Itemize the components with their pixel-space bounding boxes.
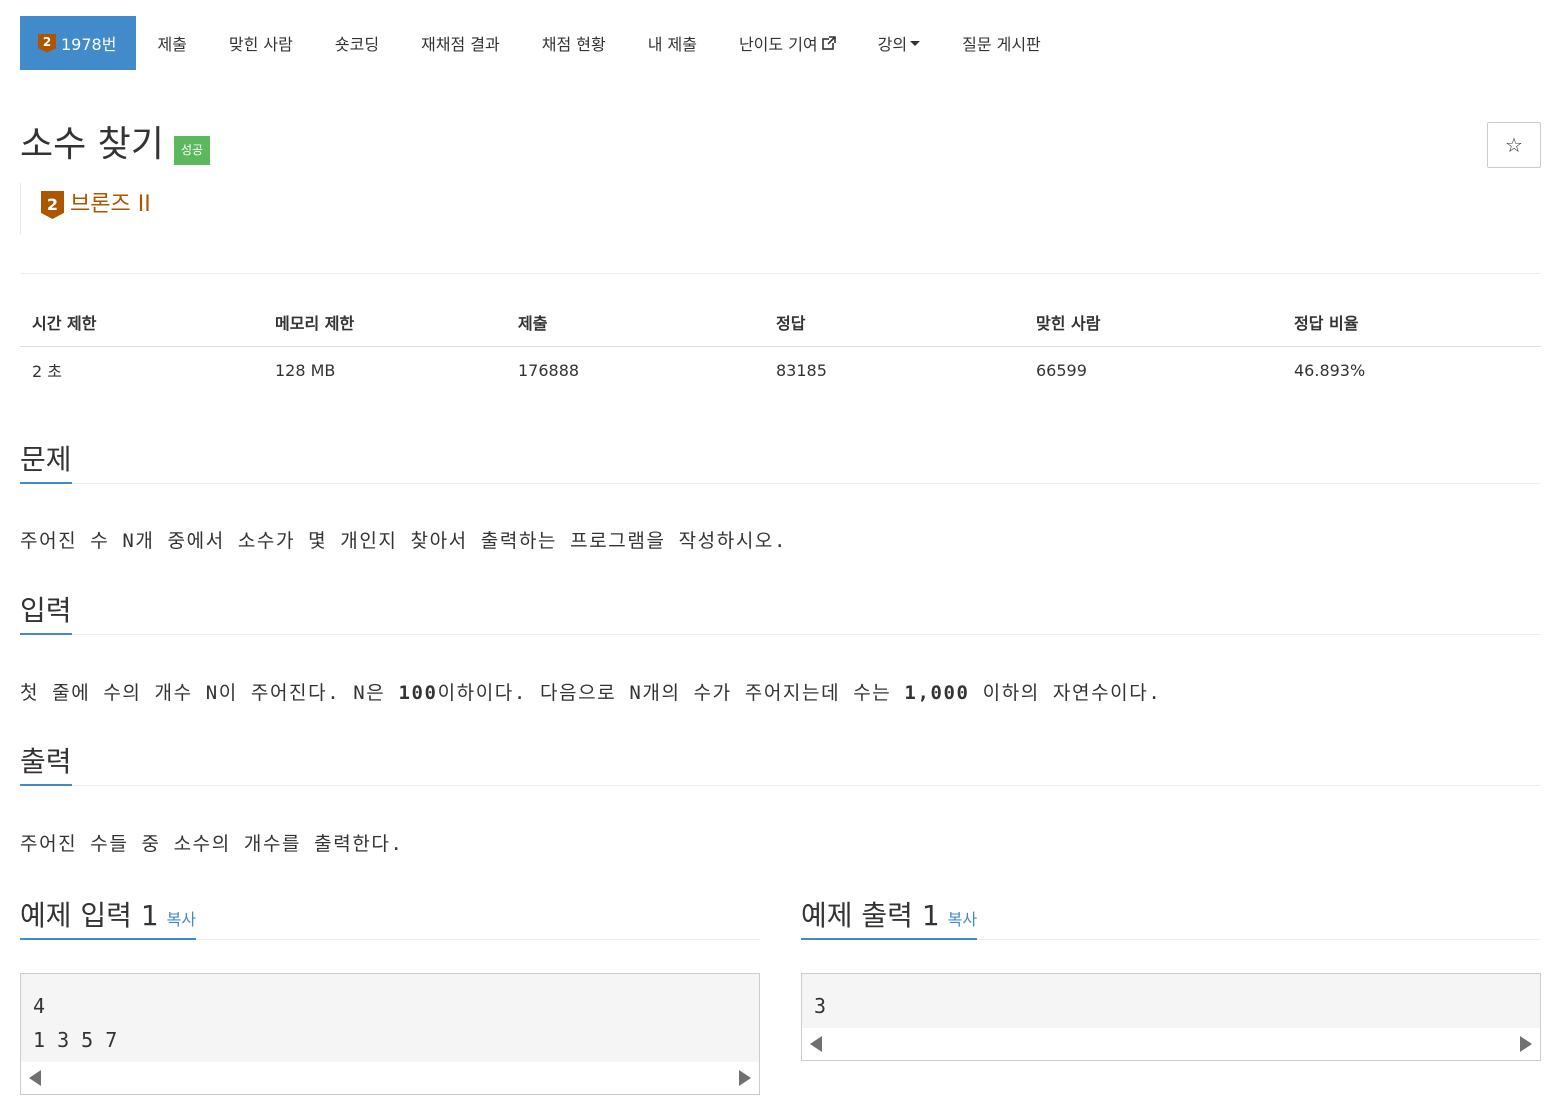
- tier-block: 2 브론즈 II: [20, 183, 151, 234]
- problem-heading: 문제: [20, 440, 72, 484]
- star-button[interactable]: ☆: [1487, 122, 1541, 168]
- scroll-left-icon[interactable]: [29, 1070, 41, 1086]
- tab-question-board[interactable]: 질문 게시판: [941, 16, 1062, 70]
- tab-solvers[interactable]: 맞힌 사람: [208, 16, 314, 70]
- tab-problem-label: 1978번: [61, 35, 117, 54]
- tab-difficulty-contribution[interactable]: 난이도 기여: [718, 16, 857, 70]
- problem-section-header: 문제: [20, 440, 1541, 484]
- sample-input-text: 4 1 3 5 7: [33, 994, 118, 1052]
- horizontal-scrollbar[interactable]: [21, 1062, 759, 1094]
- output-description: 주어진 수들 중 소수의 개수를 출력한다.: [20, 833, 404, 855]
- column-header: 정답 비율: [1282, 299, 1541, 347]
- sample-output-text: 3: [814, 994, 827, 1018]
- column-header: 맞힌 사람: [1024, 299, 1282, 347]
- accept-ratio-value: 46.893%: [1294, 360, 1366, 380]
- bronze-tier-icon: 2: [41, 191, 64, 219]
- divider: [20, 273, 1541, 274]
- accepted-value: 83185: [776, 360, 827, 380]
- tab-rejudge-results[interactable]: 재채점 결과: [400, 16, 521, 70]
- tab-difficulty-label: 난이도 기여: [738, 35, 818, 54]
- scroll-right-icon[interactable]: [1520, 1036, 1532, 1052]
- problem-info-table: 시간 제한 메모리 제한 제출 정답 맞힌 사람 정답 비율 2 초 128 M…: [20, 299, 1541, 394]
- table-header-row: 시간 제한 메모리 제한 제출 정답 맞힌 사람 정답 비율: [20, 299, 1541, 347]
- input-heading: 입력: [20, 591, 72, 635]
- caret-down-icon: [910, 40, 921, 46]
- sample-input-block: 4 1 3 5 7: [20, 973, 760, 1095]
- sample-output-heading: 예제 출력 1 복사: [801, 896, 978, 940]
- problem-title-row: 소수 찾기 성공: [20, 122, 211, 168]
- memory-limit-value: 128 MB: [275, 360, 336, 380]
- scroll-right-icon[interactable]: [739, 1070, 751, 1086]
- sample-input-heading: 예제 입력 1 복사: [20, 896, 197, 940]
- copy-input-button[interactable]: 복사: [167, 910, 196, 929]
- column-header: 제출: [506, 299, 764, 347]
- tab-my-submissions[interactable]: 내 제출: [627, 16, 718, 70]
- problem-menu: 2 1978번 제출 맞힌 사람 숏코딩 재채점 결과 채점 현황 내 제출 난…: [20, 16, 1062, 70]
- column-header: 정답: [764, 299, 1024, 347]
- bronze-tier-icon: 2: [38, 33, 56, 53]
- sample-output-block: 3: [801, 973, 1541, 1061]
- column-header: 시간 제한: [20, 299, 263, 347]
- solvers-value: 66599: [1036, 360, 1087, 380]
- output-section-header: 출력: [20, 742, 1541, 786]
- problem-description: 주어진 수 N개 중에서 소수가 몇 개인지 찾아서 출력하는 프로그램을 작성…: [20, 530, 788, 552]
- output-heading: 출력: [20, 742, 72, 786]
- page-title: 소수 찾기: [20, 124, 164, 165]
- input-description: 첫 줄에 수의 개수 N이 주어진다. N은 100이하이다. 다음으로 N개의…: [20, 682, 1162, 704]
- horizontal-scrollbar[interactable]: [802, 1028, 1540, 1060]
- column-header: 메모리 제한: [263, 299, 506, 347]
- status-badge: 성공: [173, 136, 211, 165]
- tier-name[interactable]: 브론즈 II: [70, 192, 151, 218]
- copy-output-button[interactable]: 복사: [948, 910, 977, 929]
- sample-input-header: 예제 입력 1 복사: [20, 896, 760, 940]
- external-link-icon: [821, 36, 836, 50]
- tab-lectures-label: 강의: [877, 35, 908, 54]
- input-section-header: 입력: [20, 591, 1541, 635]
- scroll-left-icon[interactable]: [810, 1036, 822, 1052]
- tab-short-coding[interactable]: 숏코딩: [314, 16, 400, 70]
- tab-problem[interactable]: 2 1978번: [20, 16, 137, 70]
- tab-judge-status[interactable]: 채점 현황: [521, 16, 627, 70]
- tab-submit[interactable]: 제출: [136, 16, 207, 70]
- table-row: 2 초 128 MB 176888 83185 66599 46.893%: [20, 346, 1541, 394]
- sample-output-header: 예제 출력 1 복사: [801, 896, 1541, 940]
- time-limit-value: 2 초: [32, 362, 62, 382]
- tab-lectures-dropdown[interactable]: 강의: [857, 16, 941, 70]
- submissions-value: 176888: [518, 360, 580, 380]
